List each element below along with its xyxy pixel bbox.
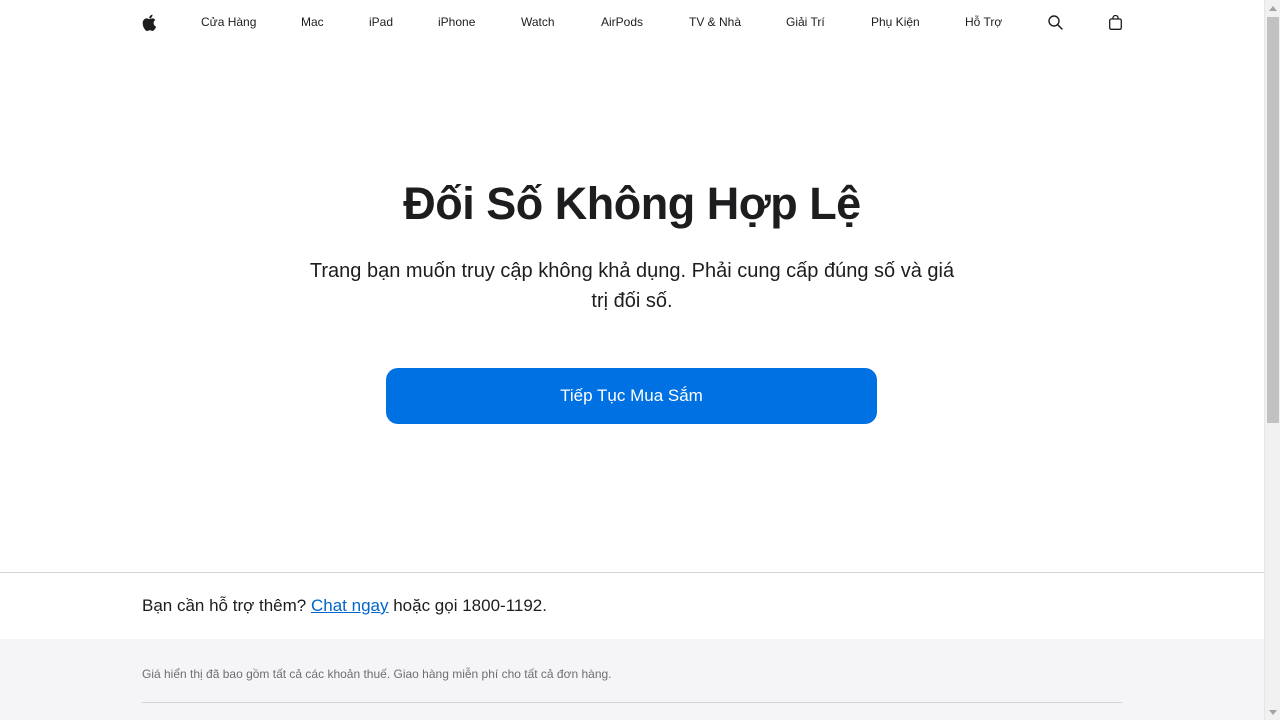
footer: Giá hiển thị đã bao gồm tất cả các khoản… [0,639,1264,720]
footer-divider [142,702,1122,703]
nav-item-accessories[interactable]: Phụ Kiện [871,0,920,44]
nav-item-iphone[interactable]: iPhone [438,0,475,44]
shopping-bag-icon[interactable] [1107,0,1123,44]
apple-logo-icon[interactable] [140,0,157,44]
help-suffix: hoặc gọi 1800-1192. [393,596,547,615]
nav-item-support[interactable]: Hỗ Trợ [965,0,1002,44]
nav-item-tv-home[interactable]: TV & Nhà [689,0,741,44]
footer-footnote: Giá hiển thị đã bao gồm tất cả các khoản… [142,667,612,681]
nav-item-watch[interactable]: Watch [521,0,555,44]
chat-now-link[interactable]: Chat ngay [311,596,389,615]
continue-shopping-label: Tiếp Tục Mua Sắm [560,386,703,405]
help-prefix: Bạn cần hỗ trợ thêm? [142,596,307,615]
page-title: Đối Số Không Hợp Lệ [403,178,861,229]
help-line: Bạn cần hỗ trợ thêm? Chat ngay hoặc gọi … [142,596,547,616]
scroll-thumb[interactable] [1267,17,1279,423]
scroll-up-arrow-glyph [1269,5,1277,11]
nav-item-ipad[interactable]: iPad [369,0,393,44]
shopping-bag-icon-glyph [1108,14,1122,30]
nav-item-store[interactable]: Cửa Hàng [201,0,256,44]
nav-item-mac[interactable]: Mac [301,0,324,44]
help-divider [0,572,1264,573]
scroll-down-arrow-icon[interactable] [1265,704,1280,720]
search-icon-glyph [1047,14,1063,30]
apple-logo-icon-glyph [142,14,156,31]
global-nav: Cửa Hàng Mac iPad iPhone Watch AirPods T… [0,0,1264,44]
error-description: Trang bạn muốn truy cập không khả dụng. … [309,260,955,312]
nav-list: Cửa Hàng Mac iPad iPhone Watch AirPods T… [0,0,1264,44]
nav-item-airpods[interactable]: AirPods [601,0,643,44]
scroll-down-arrow-glyph [1269,709,1277,715]
nav-item-entertainment[interactable]: Giải Trí [786,0,825,44]
continue-shopping-button[interactable]: Tiếp Tục Mua Sắm [386,368,877,424]
vertical-scrollbar[interactable] [1264,0,1280,720]
scroll-up-arrow-icon[interactable] [1265,0,1280,16]
search-icon[interactable] [1046,0,1064,44]
